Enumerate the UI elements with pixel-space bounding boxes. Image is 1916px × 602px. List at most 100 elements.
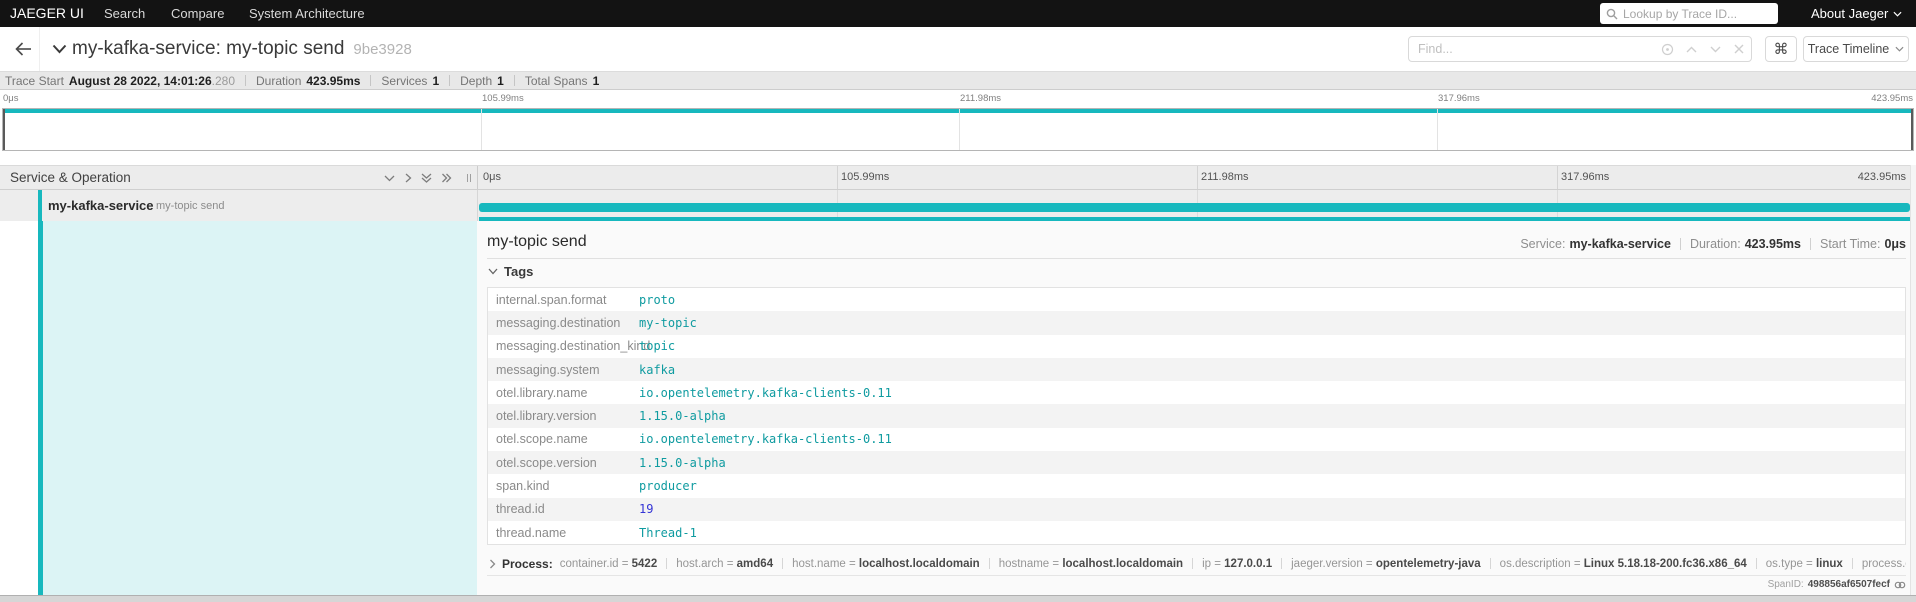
prev-match-icon[interactable] — [1679, 37, 1703, 61]
tag-row: otel.scope.version 1.15.0-alpha — [488, 451, 1905, 475]
trace-summary-bar: Trace Start August 28 2022, 14:01:26 .28… — [0, 71, 1916, 90]
depth-label: Depth — [460, 73, 493, 88]
minimap-gridline — [959, 109, 960, 150]
trace-lookup-box[interactable] — [1600, 3, 1778, 24]
process-value: amd64 — [736, 557, 774, 570]
divider — [1489, 558, 1491, 569]
divider — [988, 558, 990, 569]
chevron-down-icon — [1895, 46, 1904, 52]
tag-value: io.opentelemetry.kafka-clients-0.11 — [639, 432, 892, 447]
collapse-all-icon[interactable] — [440, 172, 453, 184]
tag-row: span.kind producer — [488, 474, 1905, 497]
tag-value: 1.15.0-alpha — [639, 455, 726, 470]
divider — [449, 75, 451, 86]
chevron-right-icon — [489, 559, 496, 569]
ruler-tick-label: 317.96ms — [1561, 171, 1610, 183]
minimap-left-scrubber[interactable] — [3, 109, 5, 150]
expand-all-icon[interactable] — [420, 172, 433, 184]
tag-key: messaging.destination_kind — [496, 339, 651, 354]
process-items: container.id = 5422 host.arch = amd64 host… — [560, 558, 1906, 570]
span-operation-name: my-topic send — [156, 200, 225, 212]
service-color-accent — [38, 190, 42, 221]
tag-value: 19 — [639, 502, 654, 517]
duration-label: Duration — [256, 73, 302, 88]
process-key: ip — [1202, 557, 1212, 570]
horizontal-scrollbar[interactable] — [0, 595, 1916, 602]
depth-value: 1 — [497, 73, 504, 88]
ruler-tick-label: 0μs — [483, 171, 501, 183]
trace-start-fraction: .280 — [211, 73, 236, 88]
tag-value: 1.15.0-alpha — [639, 409, 726, 424]
divider — [1810, 238, 1811, 250]
service-operation-header: Service & Operation — [10, 170, 131, 185]
nav-item-system-architecture[interactable]: System Architecture — [249, 0, 365, 27]
equals-sign: = — [618, 557, 632, 570]
app-logo[interactable]: JAEGER UI — [10, 0, 84, 27]
divider — [370, 75, 372, 86]
total-spans-value: 1 — [592, 73, 600, 88]
process-key: host.name — [792, 557, 846, 570]
keyboard-shortcuts-button[interactable]: ⌘ — [1765, 36, 1797, 62]
tag-row: messaging.destination_kind topic — [488, 335, 1905, 358]
divider — [1281, 558, 1283, 569]
column-resizer[interactable] — [467, 174, 473, 182]
equals-sign: = — [1211, 557, 1225, 570]
collapse-one-level-icon[interactable] — [403, 172, 413, 184]
duration-value: 423.95ms — [306, 73, 361, 88]
focus-match-icon[interactable] — [1655, 37, 1679, 61]
tags-label: Tags — [504, 264, 534, 279]
ruler-tick-label: 211.98ms — [1201, 171, 1249, 183]
tag-key: messaging.destination — [496, 315, 621, 330]
span-detail-card: my-topic send Service: my-kafka-service … — [487, 221, 1906, 595]
tag-key: otel.library.version — [496, 409, 597, 424]
trace-id: 9be3928 — [353, 40, 412, 58]
copy-link-icon[interactable] — [1894, 580, 1906, 590]
about-jaeger-menu[interactable]: About Jaeger — [1811, 0, 1902, 27]
nav-item-search[interactable]: Search — [104, 0, 145, 27]
divider — [513, 75, 515, 86]
process-key: os.description — [1499, 557, 1571, 570]
span-duration-bar[interactable] — [479, 203, 1910, 212]
process-row[interactable]: Process: container.id = 5422 host.arch = … — [487, 552, 1906, 576]
trace-start-value: August 28 2022, 14:01:26 — [68, 73, 212, 88]
tag-key: thread.name — [496, 525, 567, 540]
minimap-right-scrubber[interactable] — [1911, 109, 1913, 150]
tag-value: producer — [639, 479, 697, 494]
divider — [1679, 238, 1681, 250]
divider — [666, 558, 668, 569]
trace-start-label: Trace Start — [5, 73, 64, 88]
trace-lookup-input[interactable] — [1623, 6, 1763, 21]
process-value: localhost.localdomain — [1062, 557, 1184, 570]
span-detail-meta: Service: my-kafka-service Duration: 423.… — [1520, 237, 1906, 251]
total-spans-label: Total Spans — [524, 73, 588, 88]
span-id-footer: SpanID: 498856af6507fecf — [1768, 579, 1906, 590]
top-nav: JAEGER UI Search Compare System Architec… — [0, 0, 1916, 27]
back-button[interactable] — [10, 36, 36, 62]
ruler-tick-label: 105.99ms — [841, 171, 890, 183]
tag-value: kafka — [639, 362, 676, 377]
tags-accordion-toggle[interactable]: Tags — [488, 264, 533, 279]
divider — [782, 558, 784, 569]
minimap-tick-label: 211.98ms — [960, 93, 1002, 104]
nav-item-compare[interactable]: Compare — [171, 0, 224, 27]
timeline-minimap[interactable] — [2, 108, 1914, 151]
expand-one-level-icon[interactable] — [383, 172, 396, 184]
collapse-trace-chevron-icon[interactable] — [52, 44, 67, 54]
minimap-tick-label: 317.96ms — [1438, 93, 1480, 104]
process-label: Process: — [502, 556, 553, 571]
process-key: process.command_line — [1861, 557, 1906, 570]
tag-key: otel.library.name — [496, 385, 588, 400]
trace-view-selector[interactable]: Trace Timeline — [1803, 36, 1909, 62]
clear-find-icon[interactable] — [1727, 37, 1751, 61]
meta-start-time-label: Start Time: — [1820, 237, 1881, 251]
trace-title: my-kafka-service: my-topic send — [72, 38, 345, 59]
tag-key: internal.span.format — [496, 292, 607, 307]
process-key: container.id — [559, 557, 619, 570]
find-input[interactable] — [1409, 42, 1655, 56]
next-match-icon[interactable] — [1703, 37, 1727, 61]
tag-key: otel.scope.version — [496, 455, 597, 470]
meta-service-value: my-kafka-service — [1569, 237, 1671, 251]
divider — [1192, 558, 1194, 569]
divider — [245, 75, 247, 86]
vertical-scrollbar[interactable] — [1910, 165, 1916, 602]
